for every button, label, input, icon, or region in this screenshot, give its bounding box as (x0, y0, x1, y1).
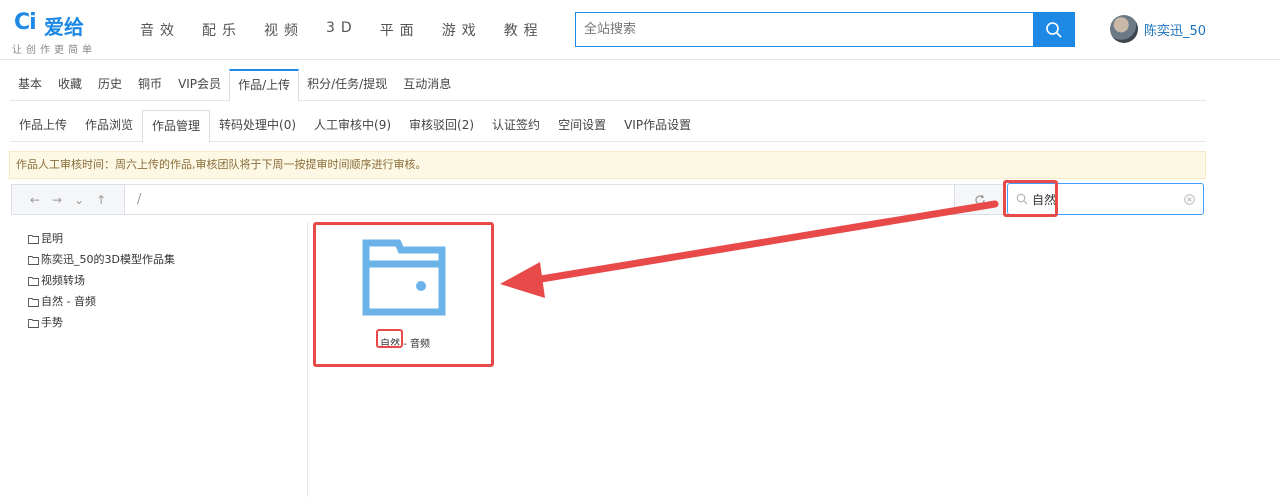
tab-vip[interactable]: VIP会员 (170, 69, 229, 100)
folder-icon (28, 318, 39, 328)
clear-icon[interactable] (1184, 193, 1195, 205)
path-bar: ← → ⌄ ↑ / (11, 184, 1005, 215)
secondary-tabs: 作品上传 作品浏览 作品管理 转码处理中(0) 人工审核中(9) 审核驳回(2)… (10, 110, 1206, 143)
tab-coins[interactable]: 铜币 (130, 69, 170, 100)
search-icon (1046, 21, 1062, 38)
pane-divider (307, 222, 308, 497)
nav-item-video[interactable]: 视频 (264, 20, 304, 40)
folder-icon (28, 234, 39, 244)
tree-item[interactable]: 手势 (28, 312, 175, 333)
search-icon (1016, 193, 1028, 205)
tab-transcoding[interactable]: 转码处理中(0) (210, 110, 305, 141)
tree-item-label: 自然 - 音频 (41, 294, 96, 308)
main-nav: 音效 配乐 视频 3D 平面 游戏 教程 (140, 20, 566, 40)
user-menu[interactable]: 陈奕迅_50 (1110, 15, 1206, 43)
file-search[interactable]: 自然 (1007, 183, 1204, 215)
file-name: 自然 - 音频 (380, 339, 430, 350)
logo-slogan: 让创作更简单 (12, 45, 96, 56)
folder-tree: 昆明 陈奕迅_50的3D模型作品集 视频转场 自然 - 音频 手势 (28, 228, 175, 333)
back-icon[interactable]: ← (30, 193, 40, 207)
logo-mark: Ci (14, 10, 37, 35)
tree-item[interactable]: 昆明 (28, 228, 175, 249)
tab-messages[interactable]: 互动消息 (395, 69, 459, 100)
site-logo[interactable]: Ci 爱给 让创作更简单 (10, 8, 120, 56)
tab-upload[interactable]: 作品上传 (10, 110, 76, 141)
tree-item[interactable]: 视频转场 (28, 270, 175, 291)
tab-certification[interactable]: 认证签约 (483, 110, 549, 141)
nav-item-graphic[interactable]: 平面 (380, 20, 420, 40)
tree-item-label: 视频转场 (41, 273, 85, 287)
user-name[interactable]: 陈奕迅_50 (1144, 20, 1206, 39)
nav-item-music[interactable]: 配乐 (202, 20, 242, 40)
folder-icon (362, 239, 446, 316)
tab-reviewing[interactable]: 人工审核中(9) (305, 110, 400, 141)
tree-item-label: 昆明 (41, 231, 63, 245)
tab-history[interactable]: 历史 (90, 69, 130, 100)
site-search (575, 12, 1075, 47)
tab-basic[interactable]: 基本 (10, 69, 50, 100)
logo-name: 爱给 (44, 15, 84, 39)
path-input[interactable]: / (125, 185, 954, 214)
tab-points-tasks[interactable]: 积分/任务/提现 (299, 69, 395, 100)
site-search-input[interactable] (575, 12, 1033, 47)
tree-item-label: 陈奕迅_50的3D模型作品集 (41, 252, 175, 266)
folder-icon (28, 297, 39, 307)
tab-vip-settings[interactable]: VIP作品设置 (615, 110, 700, 141)
tab-manage[interactable]: 作品管理 (142, 110, 211, 143)
tab-rejected[interactable]: 审核驳回(2) (400, 110, 483, 141)
tree-item[interactable]: 陈奕迅_50的3D模型作品集 (28, 249, 175, 270)
tab-works-upload[interactable]: 作品/上传 (229, 69, 300, 102)
tree-item-label: 手势 (41, 315, 63, 329)
top-bar: Ci 爱给 让创作更简单 音效 配乐 视频 3D 平面 游戏 教程 陈奕迅_50 (0, 0, 1280, 60)
nav-item-3d[interactable]: 3D (326, 20, 358, 40)
path-nav-buttons: ← → ⌄ ↑ (12, 185, 125, 214)
primary-tabs: 基本 收藏 历史 铜币 VIP会员 作品/上传 积分/任务/提现 互动消息 (10, 69, 1206, 102)
chevron-down-icon[interactable]: ⌄ (74, 193, 84, 207)
folder-icon (28, 276, 39, 286)
up-icon[interactable]: ↑ (96, 193, 106, 207)
file-search-input[interactable]: 自然 (1032, 191, 1184, 208)
tab-favorites[interactable]: 收藏 (50, 69, 90, 100)
nav-item-sound[interactable]: 音效 (140, 20, 180, 40)
nav-item-tutorial[interactable]: 教程 (504, 20, 544, 40)
nav-item-game[interactable]: 游戏 (442, 20, 482, 40)
forward-icon[interactable]: → (52, 193, 62, 207)
site-search-button[interactable] (1033, 12, 1075, 47)
file-item[interactable]: 自然 - 音频 (335, 232, 475, 357)
avatar[interactable] (1110, 15, 1138, 43)
folder-icon (28, 255, 39, 265)
review-notice: 作品人工审核时间：周六上传的作品,审核团队将于下周一按提审时间顺序进行审核。 (9, 151, 1206, 179)
tree-item[interactable]: 自然 - 音频 (28, 291, 175, 312)
tab-space-settings[interactable]: 空间设置 (549, 110, 615, 141)
refresh-button[interactable] (954, 185, 1004, 214)
tab-browse[interactable]: 作品浏览 (76, 110, 142, 141)
refresh-icon (974, 194, 985, 205)
